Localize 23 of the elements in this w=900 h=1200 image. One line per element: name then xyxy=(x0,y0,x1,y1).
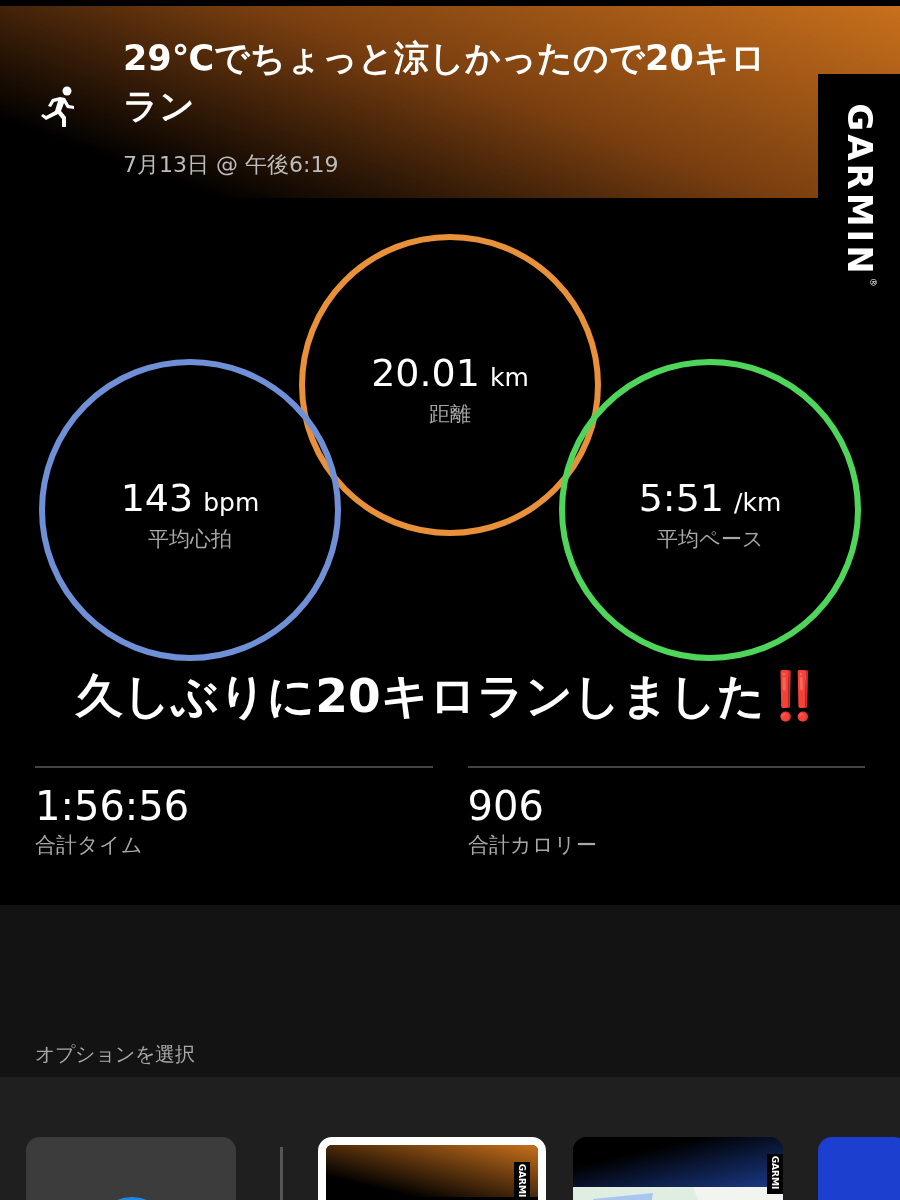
brand-logo: GARMI xyxy=(517,1163,527,1198)
metric-unit: /km xyxy=(734,487,782,519)
stat-value: 906 xyxy=(467,782,544,830)
stat-value: 1:56:56 xyxy=(35,782,190,830)
metric-label: 平均心拍 xyxy=(148,525,232,553)
metric-value: 143 xyxy=(120,476,194,520)
metric-value: 5:51 xyxy=(638,476,725,520)
brand-logo: GARMI xyxy=(770,1155,780,1190)
metric-label: 距離 xyxy=(429,400,471,428)
registered-mark: ® xyxy=(868,277,877,287)
options-heading: オプションを選択 xyxy=(35,1041,195,1068)
stat-label: 合計タイム xyxy=(35,832,143,859)
activity-title: 29℃でちょっと涼しかったので20キロラン xyxy=(123,37,767,128)
metric-unit: bpm xyxy=(203,487,260,519)
template-thumbnail[interactable]: GARMI xyxy=(573,1137,783,1200)
metric-unit: km xyxy=(489,362,529,394)
metric-label: 平均ペース xyxy=(656,525,764,553)
stat-label: 合計カロリー xyxy=(467,832,597,859)
metric-value: 20.01 xyxy=(371,351,480,395)
activity-date: 7月13日 @ 午後6:19 xyxy=(123,151,339,179)
brand-logo: GARMIN xyxy=(843,103,877,277)
caption-text: 久しぶりに20キロランしました‼ xyxy=(76,667,824,725)
template-thumbnail[interactable]: GARMI xyxy=(318,1137,546,1200)
